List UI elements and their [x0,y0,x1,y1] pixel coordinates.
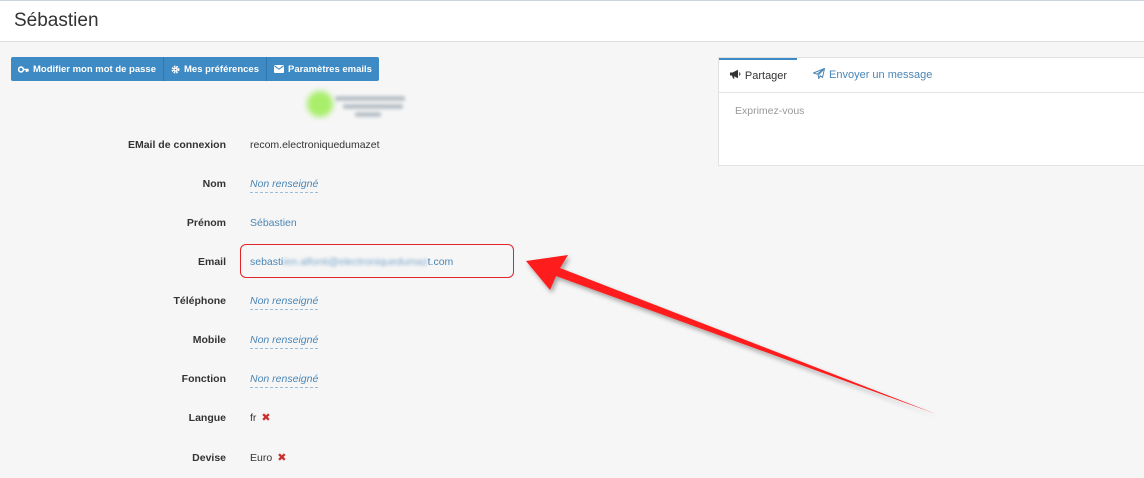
arrow-shape [526,255,936,414]
annotation-arrow [526,255,936,414]
